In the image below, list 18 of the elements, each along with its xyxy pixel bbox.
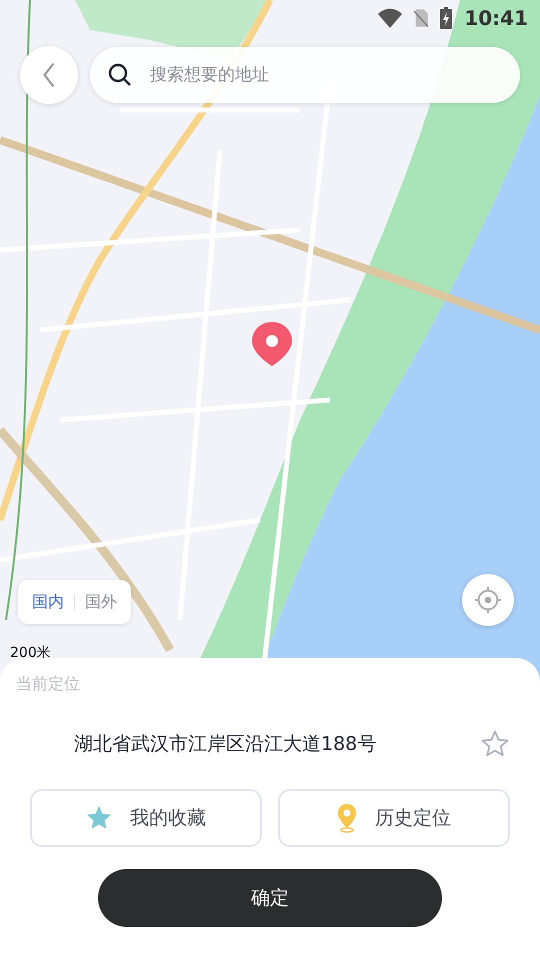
search-field[interactable]: 搜索想要的地址 [90,47,520,103]
section-label: 当前定位 [16,674,80,695]
map-scale: 200米 [10,644,51,662]
search-input[interactable]: 搜索想要的地址 [148,64,502,86]
search-icon [108,63,132,87]
star-icon[interactable] [480,729,510,759]
favorites-button[interactable]: 我的收藏 [30,789,262,847]
address-text: 湖北省武汉市江岸区沿江大道188号 [74,732,376,757]
region-tab[interactable]: 国内 [28,588,68,616]
star-icon [86,805,112,831]
sim-card-icon [414,8,428,28]
location-pin-icon [337,803,357,833]
wifi-icon [378,8,402,28]
crosshair-icon [474,586,502,614]
confirm-button[interactable]: 确定 [98,869,442,927]
history-button[interactable]: 历史定位 [278,789,510,847]
battery-charging-icon [440,7,452,29]
status-time: 10:41 [464,6,528,30]
